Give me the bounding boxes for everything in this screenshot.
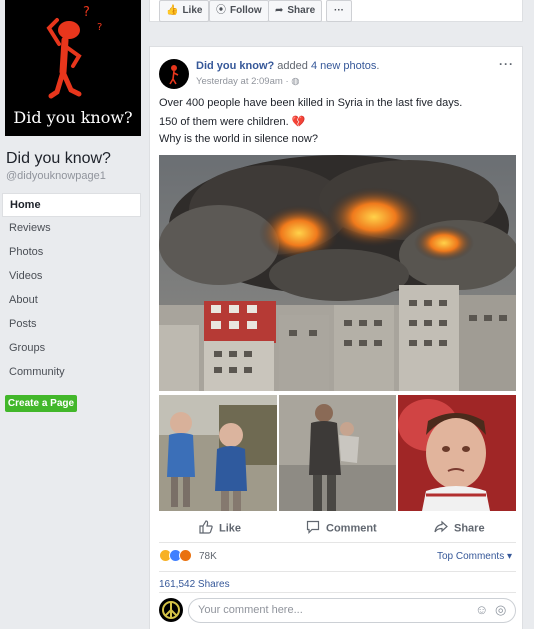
commenter-avatar [159, 598, 183, 622]
nav-item-photos[interactable]: Photos [2, 241, 141, 265]
globe-icon: ◍ [291, 76, 300, 87]
page-like-label: Like [182, 5, 203, 16]
divider [159, 592, 516, 593]
post-photos-link[interactable]: 4 new photos [311, 60, 376, 72]
share-arrow-icon: ➦ [275, 5, 284, 16]
emoji-icon[interactable]: ☺ [475, 602, 488, 617]
post-timestamp: Yesterday at 2:09am · ◍ [196, 76, 300, 87]
post-share-button[interactable]: Share [434, 520, 485, 537]
create-page-button[interactable]: Create a Page [5, 395, 77, 412]
post-text-line: Why is the world in silence now? [159, 133, 318, 145]
page-like-button[interactable]: 👍 Like [159, 0, 210, 22]
nav-item-about[interactable]: About [2, 289, 141, 313]
peace-sign-icon [162, 601, 180, 619]
nav-item-community[interactable]: Community [2, 361, 141, 385]
thumbs-up-icon [199, 520, 213, 537]
page-action-bar: 👍 Like ⦿ Follow ➦ Share ··· [149, 0, 523, 22]
post-time-text[interactable]: Yesterday at 2:09am [196, 76, 283, 87]
profile-picture-caption: Did you know? [13, 108, 133, 127]
children-crying-photo [159, 395, 277, 511]
post-share-label: Share [454, 522, 485, 535]
page-more-button[interactable]: ··· [326, 0, 352, 22]
post-options-button[interactable]: ··· [499, 57, 514, 71]
page-share-label: Share [287, 5, 316, 16]
crying-girl-photo [398, 395, 516, 511]
angry-reaction-icon [179, 549, 192, 562]
post-comment-button[interactable]: Comment [306, 520, 377, 537]
divider [159, 571, 516, 572]
nav-item-home[interactable]: Home [2, 193, 141, 217]
page-profile-picture[interactable]: ? ? Did you know? [5, 0, 141, 136]
post-photo-thumb-3[interactable] [398, 395, 516, 511]
page-follow-button[interactable]: ⦿ Follow [209, 0, 269, 22]
page-follow-label: Follow [230, 5, 262, 16]
svg-text:?: ? [97, 22, 102, 33]
share-arrow-icon [434, 520, 448, 537]
rss-icon: ⦿ [216, 5, 226, 16]
page-handle[interactable]: @didyouknowpage1 [6, 170, 106, 182]
post-text-line: Over 400 people have been killed in Syri… [159, 97, 463, 109]
nav-item-groups[interactable]: Groups [2, 337, 141, 361]
reactions-count: 78K [199, 551, 217, 562]
post-photo-thumb-2[interactable] [279, 395, 396, 511]
post-action-suffix: . [376, 60, 380, 72]
nav-item-videos[interactable]: Videos [2, 265, 141, 289]
post-text-line: 150 of them were children. 💔 [159, 116, 306, 128]
man-carrying-child-photo [279, 395, 396, 511]
nav-item-posts[interactable]: Posts [2, 313, 141, 337]
post-card: Did you know? added 4 new photos. Yester… [149, 46, 523, 629]
avatar-figure-icon [169, 65, 179, 85]
post-photo-thumb-1[interactable] [159, 395, 277, 511]
post-header: Did you know? added 4 new photos. [196, 60, 379, 72]
post-time-separator: · [285, 76, 289, 87]
thumbs-up-icon: 👍 [166, 5, 179, 16]
page-name[interactable]: Did you know? [6, 150, 111, 168]
post-action-row: Like Comment Share [159, 513, 516, 543]
comment-bubble-icon [306, 520, 320, 537]
comment-input[interactable]: Your comment here... [188, 598, 516, 623]
top-comments-dropdown[interactable]: Top Comments ▾ [437, 551, 512, 562]
sticker-icon[interactable]: ◎ [495, 602, 506, 618]
shares-count[interactable]: 161,542 Shares [159, 579, 230, 590]
page-share-button[interactable]: ➦ Share [268, 0, 323, 22]
post-comment-label: Comment [326, 522, 377, 535]
nav-item-reviews[interactable]: Reviews [2, 217, 141, 241]
explosion-city-photo [159, 155, 516, 391]
post-like-label: Like [219, 522, 242, 535]
post-like-button[interactable]: Like [199, 520, 241, 537]
post-photo-main[interactable] [159, 155, 516, 391]
post-author-name[interactable]: Did you know? [196, 60, 274, 72]
svg-text:?: ? [83, 5, 90, 20]
page-nav: Home Reviews Photos Videos About Posts G… [2, 193, 141, 385]
post-action-text: added [277, 60, 308, 72]
page-sidebar: ? ? Did you know? Did you know? @didyouk… [0, 0, 148, 629]
post-author-avatar[interactable] [159, 59, 189, 89]
